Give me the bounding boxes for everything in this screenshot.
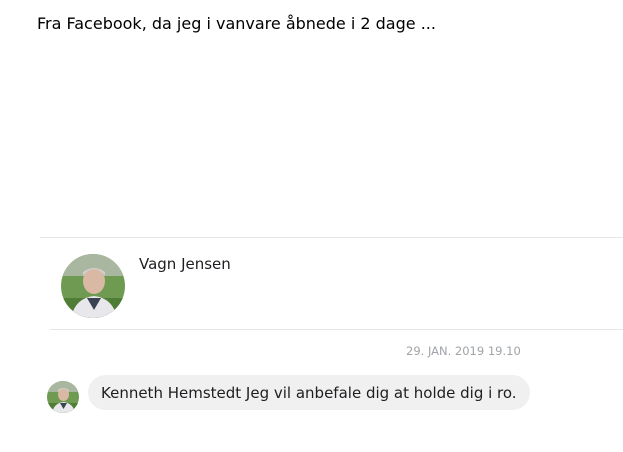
message-timestamp: 29. JAN. 2019 19.10 [406, 344, 521, 358]
avatar-photo-icon [61, 254, 125, 318]
message-bubble[interactable]: Kenneth Hemstedt Jeg vil anbefale dig at… [88, 375, 530, 410]
divider-top [40, 237, 623, 238]
sender-avatar[interactable] [47, 381, 79, 413]
post-caption: Fra Facebook, da jeg i vanvare åbnede i … [37, 14, 436, 33]
contact-name[interactable]: Vagn Jensen [139, 255, 231, 273]
contact-avatar[interactable] [61, 254, 125, 318]
avatar-photo-icon [47, 381, 79, 413]
message-text: Kenneth Hemstedt Jeg vil anbefale dig at… [101, 383, 517, 402]
divider-middle [50, 329, 623, 330]
